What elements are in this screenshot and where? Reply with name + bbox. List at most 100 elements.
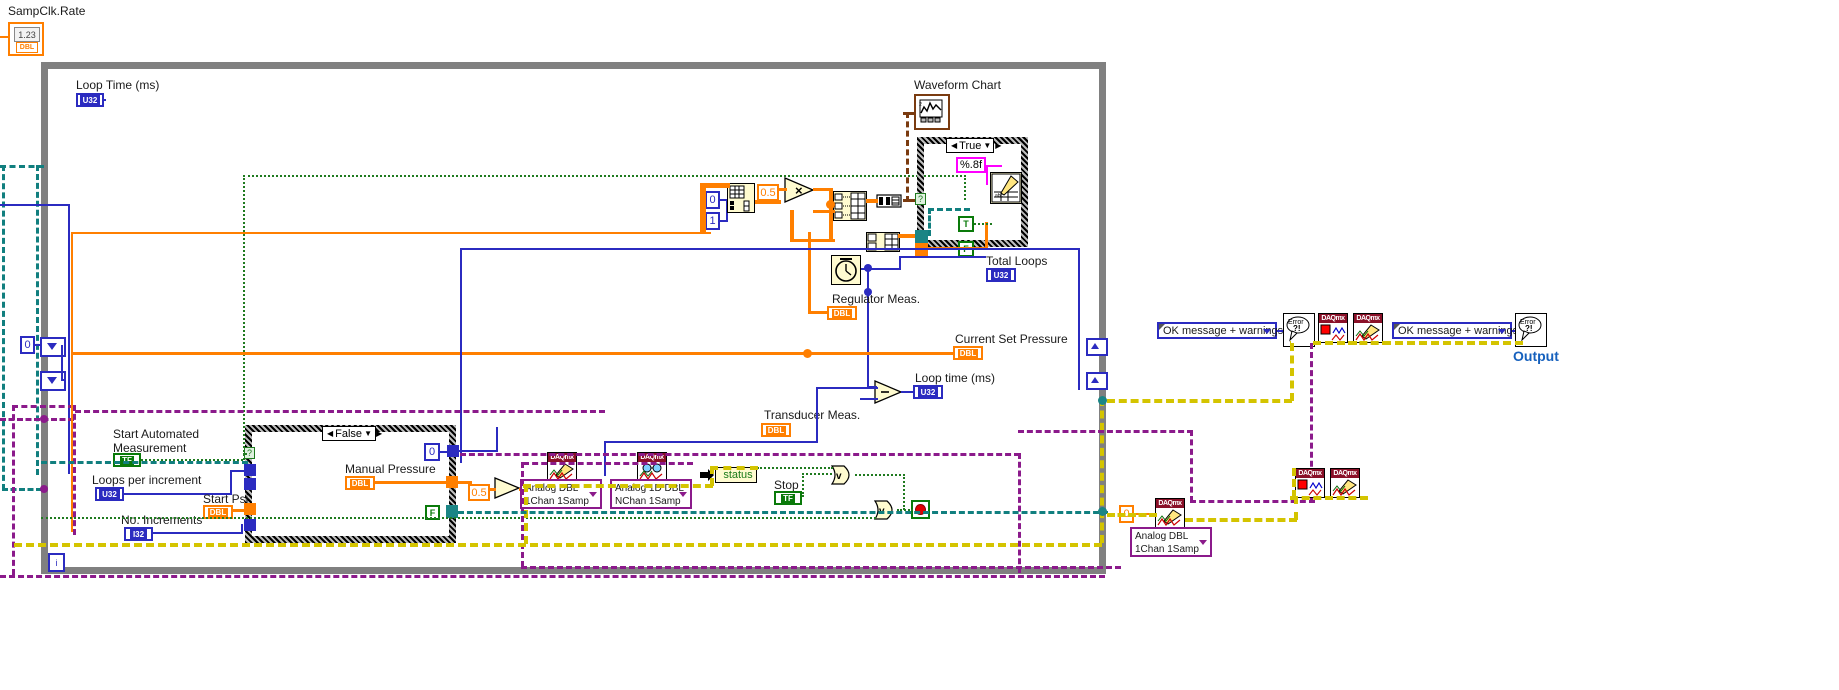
wire-fmt-v	[986, 165, 988, 185]
wire-err-bottom-mid	[1185, 518, 1297, 522]
daqmx-stop-bottom[interactable]: DAQmx	[1295, 468, 1325, 498]
wire-or1-out	[855, 474, 905, 476]
transducer-meas-terminal[interactable]: DBL	[761, 423, 791, 437]
chevron-up-icon	[1091, 343, 1099, 349]
start-auto-terminal[interactable]: TF	[113, 453, 141, 467]
or-gate-1[interactable]: v	[830, 465, 856, 485]
pencil-waveform-icon-3	[1332, 479, 1357, 497]
false-case-left-arrow[interactable]: ◀	[325, 429, 335, 438]
daqmx-write-bottom-polymorphic[interactable]: Analog DBL 1Chan 1Samp	[1130, 527, 1212, 557]
pencil-waveform-icon-4	[1157, 509, 1182, 527]
format-string-constant[interactable]: %.8f	[956, 157, 986, 173]
wire-blue-left-v	[68, 204, 70, 474]
wire-error-bottom	[14, 543, 1102, 547]
total-loops-terminal[interactable]: U32	[986, 268, 1016, 282]
wire-or2-in	[41, 517, 876, 519]
const-zero-a[interactable]: 0	[705, 191, 720, 209]
wire-err-chain-h4	[1383, 341, 1523, 345]
multiply-node[interactable]: ×	[784, 177, 815, 203]
wire-zero-case-v	[496, 427, 498, 452]
wire-blue-sub	[818, 387, 878, 389]
array-to-cluster-node[interactable]	[876, 194, 902, 208]
true-case-selector[interactable]: ◀ True ▼ ▶	[946, 138, 1001, 153]
loop-time-label: Loop Time (ms)	[76, 78, 160, 92]
total-loops-label: Total Loops	[986, 254, 1048, 268]
sampclk-rate-value: 1.23	[14, 27, 40, 42]
elapsed-time-icon	[835, 258, 857, 282]
sampclk-rate-label: SampClk.Rate	[8, 4, 86, 18]
daqmx-clear-bottom[interactable]: DAQmx	[1330, 468, 1360, 498]
regulator-meas-terminal[interactable]: DBL	[827, 306, 857, 320]
daqmx-write-bottom-node[interactable]: DAQmx	[1155, 498, 1185, 528]
right-tunnel-caret-2[interactable]	[1086, 372, 1108, 390]
tick-count-node[interactable]	[831, 255, 861, 285]
wire-case-bool	[974, 223, 992, 225]
chevron-down-icon-poly3[interactable]	[1199, 540, 1207, 545]
manual-pressure-terminal[interactable]: DBL	[345, 476, 375, 490]
const-zero-case[interactable]: 0	[424, 443, 440, 461]
loop-time-type: U32	[79, 94, 101, 106]
or-gate-2[interactable]: v	[873, 500, 899, 520]
loop-time-ind-terminal[interactable]: U32	[913, 385, 943, 399]
bundle-node[interactable]	[833, 191, 867, 221]
wire-sub-in2	[860, 398, 878, 400]
svg-text:abc: abc	[995, 193, 1004, 199]
subtract-node[interactable]	[874, 380, 903, 404]
loop-stop-terminal[interactable]	[911, 500, 930, 519]
or-gate-icon: v	[830, 465, 850, 485]
format-value-node[interactable]: abc	[990, 172, 1022, 204]
const-one-a[interactable]: 1	[705, 212, 720, 230]
index-array-node[interactable]	[727, 183, 755, 213]
transducer-meas-label: Transducer Meas.	[764, 408, 861, 422]
waveform-chart-terminal[interactable]: 2	[914, 94, 950, 130]
wire-error-mid-v	[524, 484, 528, 544]
case-caret[interactable]: ▼	[981, 141, 993, 150]
no-increments-terminal[interactable]: I32	[124, 527, 153, 541]
bool-true-constant[interactable]: T	[958, 216, 974, 232]
daqmx-write-node[interactable]: DAQmx	[547, 452, 577, 482]
stop-terminal[interactable]: TF	[774, 491, 802, 505]
current-set-pressure-label: Current Set Pressure	[955, 332, 1068, 346]
wire-caret-link	[61, 345, 63, 380]
current-set-pressure-terminal[interactable]: DBL	[953, 346, 983, 360]
case-left-arrow[interactable]: ◀	[949, 141, 959, 150]
false-case-selector[interactable]: ◀ False ▼ ▶	[322, 426, 382, 441]
daqmx-clear-right[interactable]: DAQmx	[1353, 313, 1383, 343]
case-right-arrow[interactable]: ▶	[993, 141, 1003, 150]
wire-start-psi	[233, 509, 247, 512]
chevron-down-icon-err2[interactable]	[1498, 328, 1506, 334]
wire-blue-feedback1-v	[460, 248, 462, 463]
error-handler-node-1[interactable]: Error ?!	[1283, 313, 1315, 347]
daqmx-stop-right[interactable]: DAQmx	[1318, 313, 1348, 343]
wire-blue-lower-v	[604, 441, 606, 476]
const-half-b[interactable]: 0.5	[468, 484, 490, 501]
error-handler-dropdown-2[interactable]: OK message + warnings	[1392, 322, 1518, 339]
wire-manual-pressure-out	[375, 481, 447, 484]
subtract-icon	[874, 380, 903, 404]
loop-time-terminal[interactable]: U32	[76, 93, 104, 107]
loop-time-ind-type: U32	[917, 386, 939, 398]
wire-err-bottom-left	[1107, 513, 1157, 517]
chevron-down-icon-err1[interactable]	[1263, 328, 1271, 334]
wire-error-right-v	[1100, 398, 1104, 543]
chevron-down-icon-poly2[interactable]	[679, 492, 687, 497]
daqmx-read-node[interactable]: DAQmx	[637, 452, 667, 482]
sampclk-rate-terminal[interactable]: 1.23 DBL	[8, 22, 44, 56]
daqmx-clear-bottom-header: DAQmx	[1331, 469, 1359, 478]
wire-teal-left-v2	[36, 165, 39, 475]
false-case-right-arrow[interactable]: ▶	[374, 429, 384, 438]
const-half-a[interactable]: 0.5	[757, 184, 779, 201]
right-tunnel-caret-1[interactable]	[1086, 338, 1108, 356]
true-case-selector-label: True	[959, 139, 982, 152]
wire-orange-b3	[790, 239, 835, 242]
const-zero-left[interactable]: 0	[20, 336, 35, 354]
wire-blue-lower	[606, 441, 818, 443]
false-case-caret[interactable]: ▼	[362, 429, 374, 438]
loops-per-increment-terminal[interactable]: U32	[95, 487, 124, 501]
wire-total-loops	[901, 256, 986, 258]
error-handler-dropdown-1[interactable]: OK message + warnings	[1157, 322, 1283, 339]
multiply-node-lower[interactable]	[494, 477, 521, 499]
wire-blue-sub-v	[816, 387, 818, 442]
chevron-down-icon-poly1[interactable]	[589, 492, 597, 497]
wire-half-b-in	[458, 481, 472, 484]
